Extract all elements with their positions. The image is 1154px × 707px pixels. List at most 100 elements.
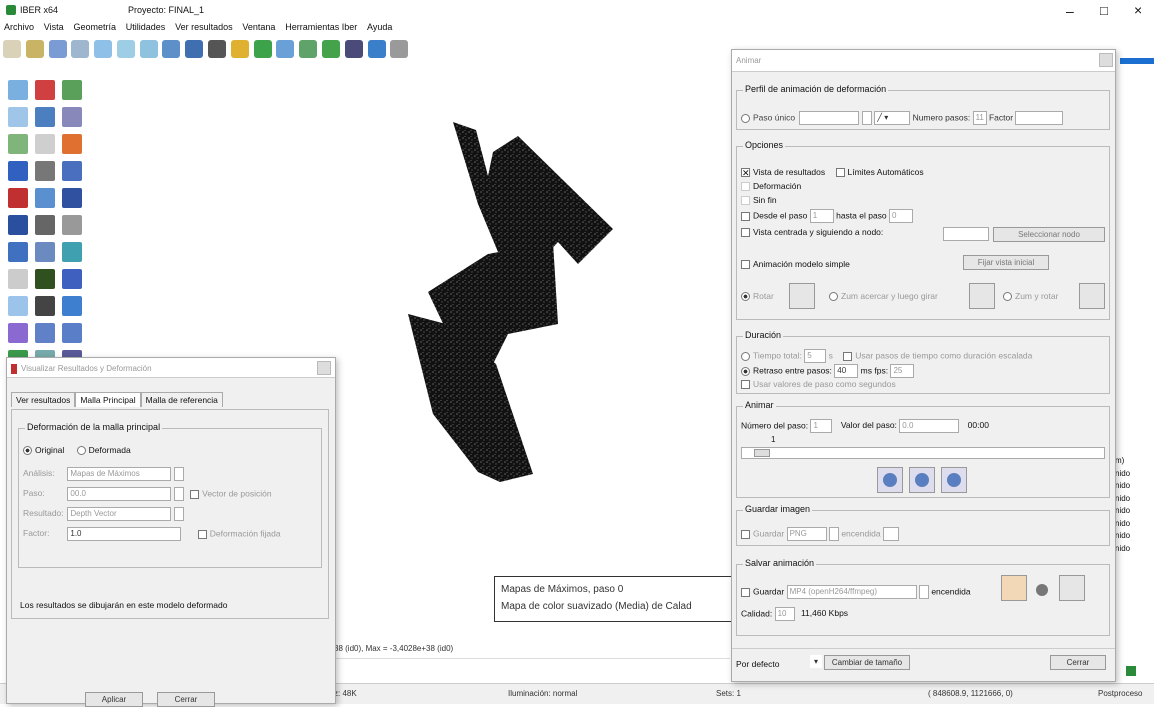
- undo-icon[interactable]: [71, 40, 90, 58]
- tiempo-total-radio[interactable]: [741, 351, 750, 361]
- zoom-out-icon[interactable]: [139, 40, 158, 58]
- paso-unico-radio[interactable]: [741, 113, 750, 123]
- slider-thumb[interactable]: [754, 449, 770, 457]
- paso-select[interactable]: 00.0: [67, 487, 172, 501]
- tool-table-icon[interactable]: [34, 296, 55, 316]
- deformada-radio[interactable]: [76, 446, 86, 456]
- factor-input[interactable]: [1015, 111, 1064, 125]
- original-radio[interactable]: [23, 446, 32, 456]
- numero-pasos-input[interactable]: 11: [972, 111, 987, 125]
- rotar-radio[interactable]: [741, 292, 750, 302]
- cerrar-button[interactable]: Cerrar: [1050, 655, 1106, 670]
- tool-bar-icon[interactable]: [34, 188, 55, 208]
- green-status-icon[interactable]: [1126, 666, 1136, 676]
- tool-volume-icon[interactable]: [8, 107, 28, 127]
- tool-cross-icon[interactable]: [61, 188, 82, 208]
- tool-flow-icon[interactable]: [8, 323, 28, 343]
- menu-ver-resultados[interactable]: Ver resultados: [175, 22, 233, 32]
- tab-ver-resultados[interactable]: Ver resultados: [11, 392, 76, 407]
- tool-arrow-icon[interactable]: [8, 188, 28, 208]
- tool-hydro-icon[interactable]: [34, 269, 55, 289]
- tool-list-icon[interactable]: [8, 161, 28, 181]
- tool-copy-icon[interactable]: [34, 107, 55, 127]
- numero-paso-input[interactable]: 1: [810, 419, 833, 433]
- menu-utilidades[interactable]: Utilidades: [126, 22, 166, 32]
- retraso-input[interactable]: 40: [834, 364, 859, 378]
- zoom-acercar-icon-button[interactable]: [969, 283, 995, 309]
- anim-format-dropdown[interactable]: [918, 585, 929, 599]
- retraso-radio[interactable]: [741, 366, 750, 376]
- menu-herramientas[interactable]: Herramientas Iber: [285, 22, 357, 32]
- settings-icon[interactable]: [390, 40, 409, 58]
- deformacion-fijada-checkbox[interactable]: [197, 529, 207, 539]
- cerrar-viz-button[interactable]: Cerrar: [157, 692, 215, 707]
- deformacion-checkbox[interactable]: [741, 182, 750, 192]
- seleccionar-nodo-button[interactable]: Seleccionar nodo: [993, 227, 1105, 242]
- mesh-icon[interactable]: [299, 40, 318, 58]
- tool-grid-icon[interactable]: [34, 215, 55, 235]
- tool-r-icon[interactable]: [8, 269, 28, 289]
- camera-settings-button[interactable]: [1059, 575, 1085, 601]
- contour-icon[interactable]: [276, 40, 295, 58]
- hasta-paso-input[interactable]: 0: [889, 209, 914, 223]
- list-item[interactable]: nido: [1115, 480, 1152, 493]
- tool-x-icon[interactable]: [61, 269, 82, 289]
- tool-brush-icon[interactable]: [61, 161, 82, 181]
- paso-dropdown[interactable]: [173, 487, 184, 501]
- command-line[interactable]: [330, 658, 730, 676]
- aplicar-button[interactable]: Aplicar: [85, 692, 143, 707]
- animar-close-icon[interactable]: [1099, 53, 1113, 67]
- image-format-dropdown[interactable]: [828, 527, 839, 541]
- record-icon[interactable]: [1036, 584, 1048, 596]
- layers-icon[interactable]: [94, 40, 113, 58]
- analisis-dropdown[interactable]: [173, 467, 184, 481]
- tool-pencil-icon[interactable]: [8, 215, 28, 235]
- tool-rotate-icon[interactable]: [61, 215, 82, 235]
- vista-resultados-checkbox[interactable]: ✕: [741, 168, 750, 178]
- new-icon[interactable]: [3, 40, 21, 58]
- menu-archivo[interactable]: Archivo: [4, 22, 34, 32]
- view-icon[interactable]: [344, 40, 363, 58]
- tool-curve-icon[interactable]: [34, 323, 55, 343]
- open-icon[interactable]: [25, 40, 44, 58]
- desde-paso-checkbox[interactable]: [741, 211, 750, 221]
- zoom-acercar-radio[interactable]: [829, 292, 838, 302]
- tool-chart-icon[interactable]: [61, 323, 82, 343]
- list-item[interactable]: nido: [1115, 518, 1152, 531]
- light-icon[interactable]: [230, 40, 249, 58]
- calc-icon[interactable]: [321, 40, 340, 58]
- menu-vista[interactable]: Vista: [44, 22, 64, 32]
- minimize-button[interactable]: –: [1066, 3, 1074, 19]
- resultado-dropdown[interactable]: [173, 507, 184, 521]
- vector-posicion-checkbox[interactable]: [190, 489, 200, 499]
- factor-input-viz[interactable]: 1.0: [67, 527, 182, 541]
- fijar-vista-button[interactable]: Fijar vista inicial: [963, 255, 1049, 270]
- resultado-select[interactable]: Depth Vector: [67, 507, 172, 521]
- anim-format-select[interactable]: MP4 (openH264/ffmpeg): [786, 585, 917, 599]
- zoom-rotar-icon-button[interactable]: [1079, 283, 1105, 309]
- tool-surface-icon[interactable]: [61, 80, 82, 100]
- curve-select[interactable]: ╱ ▾: [874, 111, 911, 125]
- step-slider[interactable]: [741, 447, 1105, 459]
- guardar-image-checkbox[interactable]: [741, 529, 750, 539]
- list-item[interactable]: m): [1115, 455, 1152, 468]
- tab-malla-principal[interactable]: Malla Principal: [75, 392, 141, 407]
- tool-delete-icon[interactable]: [34, 134, 55, 154]
- visualizar-close-icon[interactable]: [317, 361, 331, 375]
- list-item[interactable]: nido: [1115, 543, 1152, 556]
- list-item[interactable]: nido: [1115, 493, 1152, 506]
- profile-dropdown[interactable]: [861, 111, 872, 125]
- animacion-simple-checkbox[interactable]: [741, 260, 750, 270]
- tool-color-icon[interactable]: [61, 134, 82, 154]
- close-button[interactable]: ×: [1134, 2, 1142, 18]
- vista-centrada-checkbox[interactable]: [741, 228, 750, 238]
- list-item[interactable]: nido: [1115, 505, 1152, 518]
- sin-fin-checkbox[interactable]: [741, 196, 750, 206]
- menu-geometria[interactable]: Geometría: [73, 22, 116, 32]
- save-icon[interactable]: [48, 40, 67, 58]
- play-forward-button[interactable]: [941, 467, 967, 493]
- tool-line-icon[interactable]: [34, 80, 55, 100]
- analisis-select[interactable]: Mapas de Máximos: [67, 467, 172, 481]
- animar-titlebar[interactable]: Animar: [732, 50, 1115, 72]
- image-format-select[interactable]: PNG: [786, 527, 827, 541]
